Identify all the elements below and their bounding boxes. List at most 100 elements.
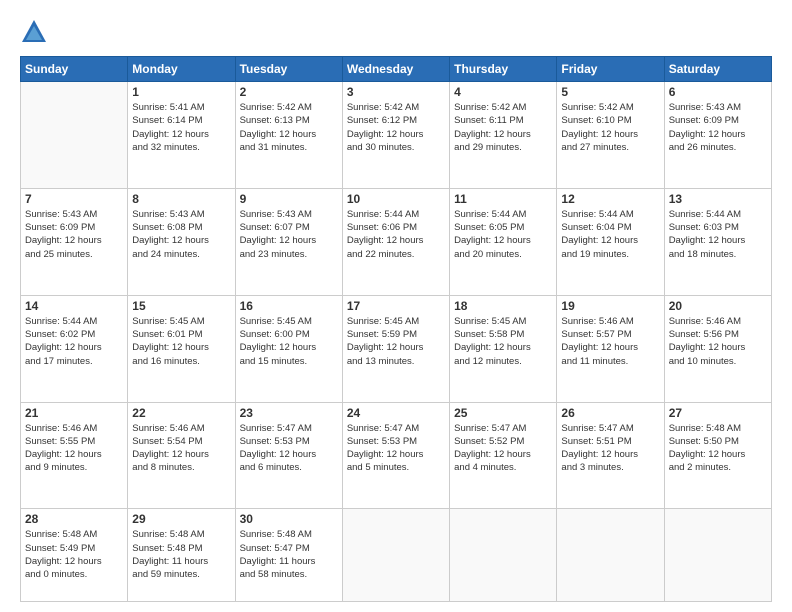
day-cell: 21 Sunrise: 5:46 AM Sunset: 5:55 PM Dayli… (21, 402, 128, 509)
day-number: 6 (669, 85, 767, 99)
day-cell: 22 Sunrise: 5:46 AM Sunset: 5:54 PM Dayli… (128, 402, 235, 509)
day-number: 30 (240, 512, 338, 526)
day-number: 17 (347, 299, 445, 313)
day-cell (450, 509, 557, 602)
day-number: 9 (240, 192, 338, 206)
logo-icon (20, 18, 48, 46)
day-detail: Sunrise: 5:48 AM Sunset: 5:48 PM Dayligh… (132, 528, 230, 581)
day-number: 16 (240, 299, 338, 313)
day-number: 15 (132, 299, 230, 313)
day-cell: 12 Sunrise: 5:44 AM Sunset: 6:04 PM Dayli… (557, 188, 664, 295)
header (20, 18, 772, 46)
day-cell: 10Sunrise: 5:44 AM Sunset: 6:06 PM Dayli… (342, 188, 449, 295)
day-number: 10 (347, 192, 445, 206)
day-detail: Sunrise: 5:48 AM Sunset: 5:49 PM Dayligh… (25, 528, 123, 581)
day-cell: 20 Sunrise: 5:46 AM Sunset: 5:56 PM Dayli… (664, 295, 771, 402)
week-row-1: 1 Sunrise: 5:41 AM Sunset: 6:14 PM Daylig… (21, 82, 772, 189)
day-number: 19 (561, 299, 659, 313)
week-row-2: 7Sunrise: 5:43 AM Sunset: 6:09 PM Daylig… (21, 188, 772, 295)
day-cell: 14 Sunrise: 5:44 AM Sunset: 6:02 PM Dayli… (21, 295, 128, 402)
day-number: 2 (240, 85, 338, 99)
day-detail: Sunrise: 5:45 AM Sunset: 5:58 PM Dayligh… (454, 315, 552, 368)
weekday-header-thursday: Thursday (450, 57, 557, 82)
day-number: 29 (132, 512, 230, 526)
day-cell: 3Sunrise: 5:42 AM Sunset: 6:12 PM Daylig… (342, 82, 449, 189)
day-detail: Sunrise: 5:43 AM Sunset: 6:08 PM Dayligh… (132, 208, 230, 261)
day-detail: Sunrise: 5:47 AM Sunset: 5:52 PM Dayligh… (454, 422, 552, 475)
day-cell: 4 Sunrise: 5:42 AM Sunset: 6:11 PM Daylig… (450, 82, 557, 189)
day-number: 22 (132, 406, 230, 420)
day-cell: 13 Sunrise: 5:44 AM Sunset: 6:03 PM Dayli… (664, 188, 771, 295)
day-detail: Sunrise: 5:46 AM Sunset: 5:57 PM Dayligh… (561, 315, 659, 368)
day-detail: Sunrise: 5:44 AM Sunset: 6:03 PM Dayligh… (669, 208, 767, 261)
day-detail: Sunrise: 5:45 AM Sunset: 5:59 PM Dayligh… (347, 315, 445, 368)
day-detail: Sunrise: 5:45 AM Sunset: 6:01 PM Dayligh… (132, 315, 230, 368)
day-detail: Sunrise: 5:42 AM Sunset: 6:12 PM Dayligh… (347, 101, 445, 154)
weekday-header-sunday: Sunday (21, 57, 128, 82)
day-cell (557, 509, 664, 602)
day-number: 11 (454, 192, 552, 206)
day-cell: 19 Sunrise: 5:46 AM Sunset: 5:57 PM Dayli… (557, 295, 664, 402)
week-row-3: 14 Sunrise: 5:44 AM Sunset: 6:02 PM Dayli… (21, 295, 772, 402)
day-detail: Sunrise: 5:43 AM Sunset: 6:09 PM Dayligh… (669, 101, 767, 154)
day-number: 8 (132, 192, 230, 206)
day-cell (342, 509, 449, 602)
day-cell: 11 Sunrise: 5:44 AM Sunset: 6:05 PM Dayli… (450, 188, 557, 295)
day-cell: 18 Sunrise: 5:45 AM Sunset: 5:58 PM Dayli… (450, 295, 557, 402)
day-cell (21, 82, 128, 189)
day-number: 24 (347, 406, 445, 420)
week-row-5: 28 Sunrise: 5:48 AM Sunset: 5:49 PM Dayli… (21, 509, 772, 602)
day-cell: 24Sunrise: 5:47 AM Sunset: 5:53 PM Dayli… (342, 402, 449, 509)
day-cell: 16 Sunrise: 5:45 AM Sunset: 6:00 PM Dayli… (235, 295, 342, 402)
weekday-header-saturday: Saturday (664, 57, 771, 82)
day-detail: Sunrise: 5:43 AM Sunset: 6:09 PM Dayligh… (25, 208, 123, 261)
day-number: 21 (25, 406, 123, 420)
day-cell: 17 Sunrise: 5:45 AM Sunset: 5:59 PM Dayli… (342, 295, 449, 402)
day-detail: Sunrise: 5:45 AM Sunset: 6:00 PM Dayligh… (240, 315, 338, 368)
day-number: 14 (25, 299, 123, 313)
day-cell: 1 Sunrise: 5:41 AM Sunset: 6:14 PM Daylig… (128, 82, 235, 189)
day-detail: Sunrise: 5:46 AM Sunset: 5:55 PM Dayligh… (25, 422, 123, 475)
weekday-header-row: SundayMondayTuesdayWednesdayThursdayFrid… (21, 57, 772, 82)
day-detail: Sunrise: 5:42 AM Sunset: 6:11 PM Dayligh… (454, 101, 552, 154)
day-cell: 8 Sunrise: 5:43 AM Sunset: 6:08 PM Daylig… (128, 188, 235, 295)
day-cell: 30 Sunrise: 5:48 AM Sunset: 5:47 PM Dayli… (235, 509, 342, 602)
day-detail: Sunrise: 5:44 AM Sunset: 6:02 PM Dayligh… (25, 315, 123, 368)
day-cell: 25 Sunrise: 5:47 AM Sunset: 5:52 PM Dayli… (450, 402, 557, 509)
day-detail: Sunrise: 5:46 AM Sunset: 5:54 PM Dayligh… (132, 422, 230, 475)
weekday-header-tuesday: Tuesday (235, 57, 342, 82)
day-detail: Sunrise: 5:44 AM Sunset: 6:05 PM Dayligh… (454, 208, 552, 261)
logo (20, 18, 52, 46)
day-number: 26 (561, 406, 659, 420)
day-detail: Sunrise: 5:41 AM Sunset: 6:14 PM Dayligh… (132, 101, 230, 154)
day-number: 12 (561, 192, 659, 206)
day-cell: 9 Sunrise: 5:43 AM Sunset: 6:07 PM Daylig… (235, 188, 342, 295)
day-number: 1 (132, 85, 230, 99)
day-number: 4 (454, 85, 552, 99)
day-number: 20 (669, 299, 767, 313)
day-detail: Sunrise: 5:44 AM Sunset: 6:04 PM Dayligh… (561, 208, 659, 261)
day-cell: 6 Sunrise: 5:43 AM Sunset: 6:09 PM Daylig… (664, 82, 771, 189)
day-detail: Sunrise: 5:48 AM Sunset: 5:47 PM Dayligh… (240, 528, 338, 581)
day-cell: 27Sunrise: 5:48 AM Sunset: 5:50 PM Dayli… (664, 402, 771, 509)
day-cell: 15 Sunrise: 5:45 AM Sunset: 6:01 PM Dayli… (128, 295, 235, 402)
day-number: 27 (669, 406, 767, 420)
weekday-header-friday: Friday (557, 57, 664, 82)
day-cell: 7Sunrise: 5:43 AM Sunset: 6:09 PM Daylig… (21, 188, 128, 295)
week-row-4: 21 Sunrise: 5:46 AM Sunset: 5:55 PM Dayli… (21, 402, 772, 509)
day-number: 23 (240, 406, 338, 420)
calendar-table: SundayMondayTuesdayWednesdayThursdayFrid… (20, 56, 772, 602)
day-detail: Sunrise: 5:46 AM Sunset: 5:56 PM Dayligh… (669, 315, 767, 368)
day-detail: Sunrise: 5:47 AM Sunset: 5:53 PM Dayligh… (240, 422, 338, 475)
day-number: 13 (669, 192, 767, 206)
day-cell: 26Sunrise: 5:47 AM Sunset: 5:51 PM Dayli… (557, 402, 664, 509)
day-cell (664, 509, 771, 602)
page: SundayMondayTuesdayWednesdayThursdayFrid… (0, 0, 792, 612)
weekday-header-monday: Monday (128, 57, 235, 82)
day-number: 25 (454, 406, 552, 420)
day-detail: Sunrise: 5:43 AM Sunset: 6:07 PM Dayligh… (240, 208, 338, 261)
day-number: 28 (25, 512, 123, 526)
day-number: 18 (454, 299, 552, 313)
day-cell: 28 Sunrise: 5:48 AM Sunset: 5:49 PM Dayli… (21, 509, 128, 602)
day-cell: 5Sunrise: 5:42 AM Sunset: 6:10 PM Daylig… (557, 82, 664, 189)
